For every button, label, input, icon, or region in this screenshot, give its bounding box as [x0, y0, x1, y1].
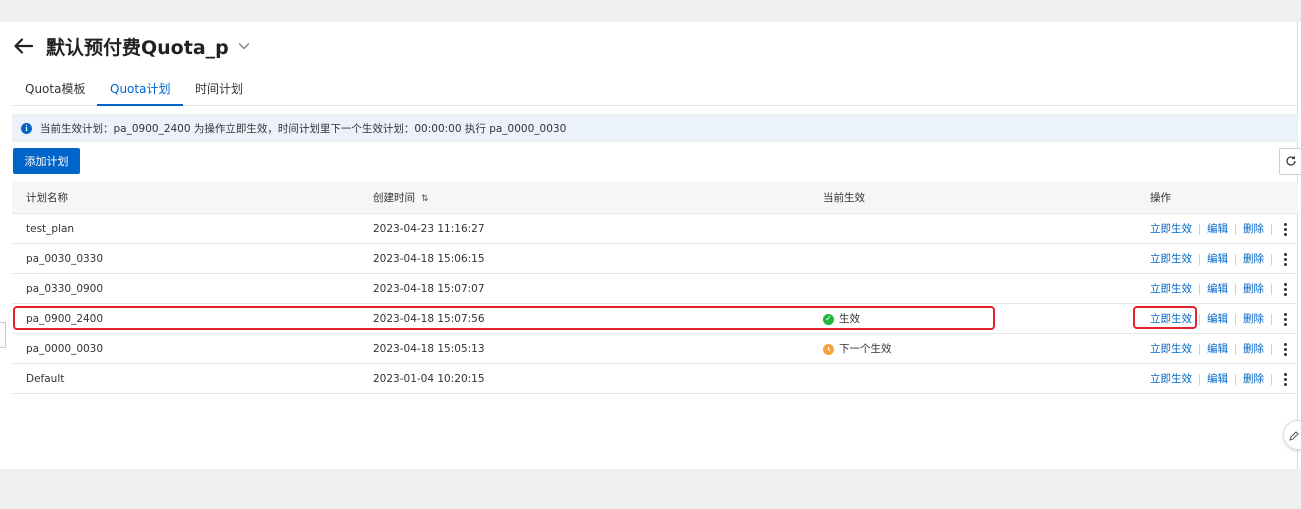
created-time: 2023-04-18 15:07:07: [373, 283, 485, 295]
sort-icon[interactable]: ⇅: [421, 194, 429, 204]
delete-link[interactable]: 删除: [1243, 334, 1264, 364]
activate-now-link[interactable]: 立即生效: [1150, 214, 1192, 244]
divider: [1235, 343, 1236, 355]
divider: [1199, 343, 1200, 355]
divider: [1235, 223, 1236, 235]
created-time: 2023-01-04 10:20:15: [373, 373, 485, 385]
divider: [1235, 373, 1236, 385]
delete-link[interactable]: 删除: [1243, 304, 1264, 334]
divider: [1235, 313, 1236, 325]
plan-name: pa_0030_0330: [26, 253, 104, 265]
tab-time-plan[interactable]: 时间计划: [182, 76, 256, 106]
chevron-down-icon[interactable]: [237, 39, 251, 53]
plan-name: test_plan: [26, 223, 75, 235]
divider: [1199, 283, 1200, 295]
page-header: 默认预付费Quota_p: [12, 32, 251, 60]
edit-link[interactable]: 编辑: [1207, 304, 1228, 334]
divider: [1271, 343, 1272, 355]
divider: [1271, 253, 1272, 265]
row-actions: 立即生效 编辑 删除: [1150, 274, 1290, 304]
page-title: 默认预付费Quota_p: [46, 36, 229, 59]
row-actions: 立即生效 编辑 删除: [1150, 364, 1290, 394]
more-vertical-icon[interactable]: [1280, 251, 1290, 267]
notice-banner: i 当前生效计划：pa_0900_2400 为操作立即生效，时间计划里下一个生效…: [12, 114, 1298, 142]
refresh-icon: [1285, 152, 1297, 171]
delete-link[interactable]: 删除: [1243, 274, 1264, 304]
divider: [1235, 283, 1236, 295]
row-actions: 立即生效 编辑 删除: [1150, 304, 1290, 334]
plan-table: 计划名称 创建时间 ⇅ 当前生效 操作 test_plan 2023-04-23 …: [12, 182, 1298, 394]
edit-link[interactable]: 编辑: [1207, 214, 1228, 244]
notice-text: 当前生效计划：pa_0900_2400 为操作立即生效，时间计划里下一个生效计划…: [40, 122, 567, 135]
activate-now-link[interactable]: 立即生效: [1150, 364, 1192, 394]
status-label: 生效: [839, 313, 860, 325]
activate-now-link[interactable]: 立即生效: [1150, 334, 1192, 364]
table-row: pa_0030_0330 2023-04-18 15:06:15 立即生效 编辑删…: [12, 244, 1298, 274]
tab-bar: Quota模板 Quota计划 时间计划: [12, 76, 1298, 106]
divider: [1199, 373, 1200, 385]
activate-now-link[interactable]: 立即生效: [1150, 304, 1192, 334]
more-vertical-icon[interactable]: [1280, 311, 1290, 327]
table-row: test_plan 2023-04-23 11:16:27 立即生效 编辑 删除: [12, 214, 1298, 244]
row-actions: 立即生效 编辑 删除: [1150, 244, 1290, 274]
plan-name: pa_0900_2400: [26, 313, 104, 325]
status-label: 下一个生效: [839, 343, 892, 355]
created-time: 2023-04-18 15:05:13: [373, 343, 485, 355]
divider: [1199, 223, 1200, 235]
status-active: ✓ 生效: [823, 304, 860, 334]
created-time: 2023-04-23 11:16:27: [373, 223, 485, 235]
delete-link[interactable]: 删除: [1243, 214, 1264, 244]
edit-link[interactable]: 编辑: [1207, 244, 1228, 274]
table-row: pa_0000_0030 2023-04-18 15:05:13 下一个生效 立…: [12, 334, 1298, 364]
delete-link[interactable]: 删除: [1243, 364, 1264, 394]
more-vertical-icon[interactable]: [1280, 221, 1290, 237]
more-vertical-icon[interactable]: [1280, 281, 1290, 297]
divider: [1271, 373, 1272, 385]
check-circle-icon: ✓: [823, 313, 834, 325]
divider: [1199, 313, 1200, 325]
row-actions: 立即生效 编辑 删除: [1150, 334, 1290, 364]
column-header-time[interactable]: 创建时间 ⇅: [373, 182, 429, 214]
plan-name: pa_0330_0900: [26, 283, 104, 295]
activate-now-link[interactable]: 立即生效: [1150, 274, 1192, 304]
created-time: 2023-04-18 15:07:56: [373, 313, 485, 325]
table-row: Default 2023-01-04 10:20:15 立即生效 编辑 删除: [12, 364, 1298, 394]
more-vertical-icon[interactable]: [1280, 341, 1290, 357]
table-header: 计划名称 创建时间 ⇅ 当前生效 操作: [12, 182, 1298, 214]
edit-link[interactable]: 编辑: [1207, 274, 1228, 304]
column-header-ops: 操作: [1150, 192, 1171, 204]
plan-name: Default: [26, 373, 65, 385]
created-time: 2023-04-18 15:06:15: [373, 253, 485, 265]
edit-link[interactable]: 编辑: [1207, 364, 1228, 394]
divider: [1199, 253, 1200, 265]
column-header-name: 计划名称: [26, 192, 68, 204]
refresh-button[interactable]: [1279, 148, 1301, 175]
column-header-status: 当前生效: [823, 192, 865, 204]
column-header-time-label: 创建时间: [373, 192, 415, 204]
divider: [1271, 283, 1272, 295]
delete-link[interactable]: 删除: [1243, 244, 1264, 274]
divider: [1235, 253, 1236, 265]
collapse-handle[interactable]: [0, 322, 6, 348]
back-arrow-icon[interactable]: [12, 35, 34, 57]
divider: [1271, 223, 1272, 235]
activate-now-link[interactable]: 立即生效: [1150, 244, 1192, 274]
status-next: 下一个生效: [823, 334, 892, 364]
edit-icon: [1289, 426, 1299, 445]
clock-icon: [823, 343, 834, 355]
table-row: pa_0330_0900 2023-04-18 15:07:07 立即生效 编辑删…: [12, 274, 1298, 304]
info-icon: i: [21, 122, 32, 134]
row-actions: 立即生效 编辑 删除: [1150, 214, 1290, 244]
plan-name: pa_0000_0030: [26, 343, 104, 355]
table-row: pa_0900_2400 2023-04-18 15:07:56 ✓ 生效 立即生…: [12, 304, 1298, 334]
more-vertical-icon[interactable]: [1280, 371, 1290, 387]
tab-quota-plan[interactable]: Quota计划: [97, 76, 184, 106]
tab-quota-template[interactable]: Quota模板: [12, 76, 98, 106]
add-plan-button[interactable]: 添加计划: [13, 148, 80, 174]
divider: [1271, 313, 1272, 325]
edit-link[interactable]: 编辑: [1207, 334, 1228, 364]
